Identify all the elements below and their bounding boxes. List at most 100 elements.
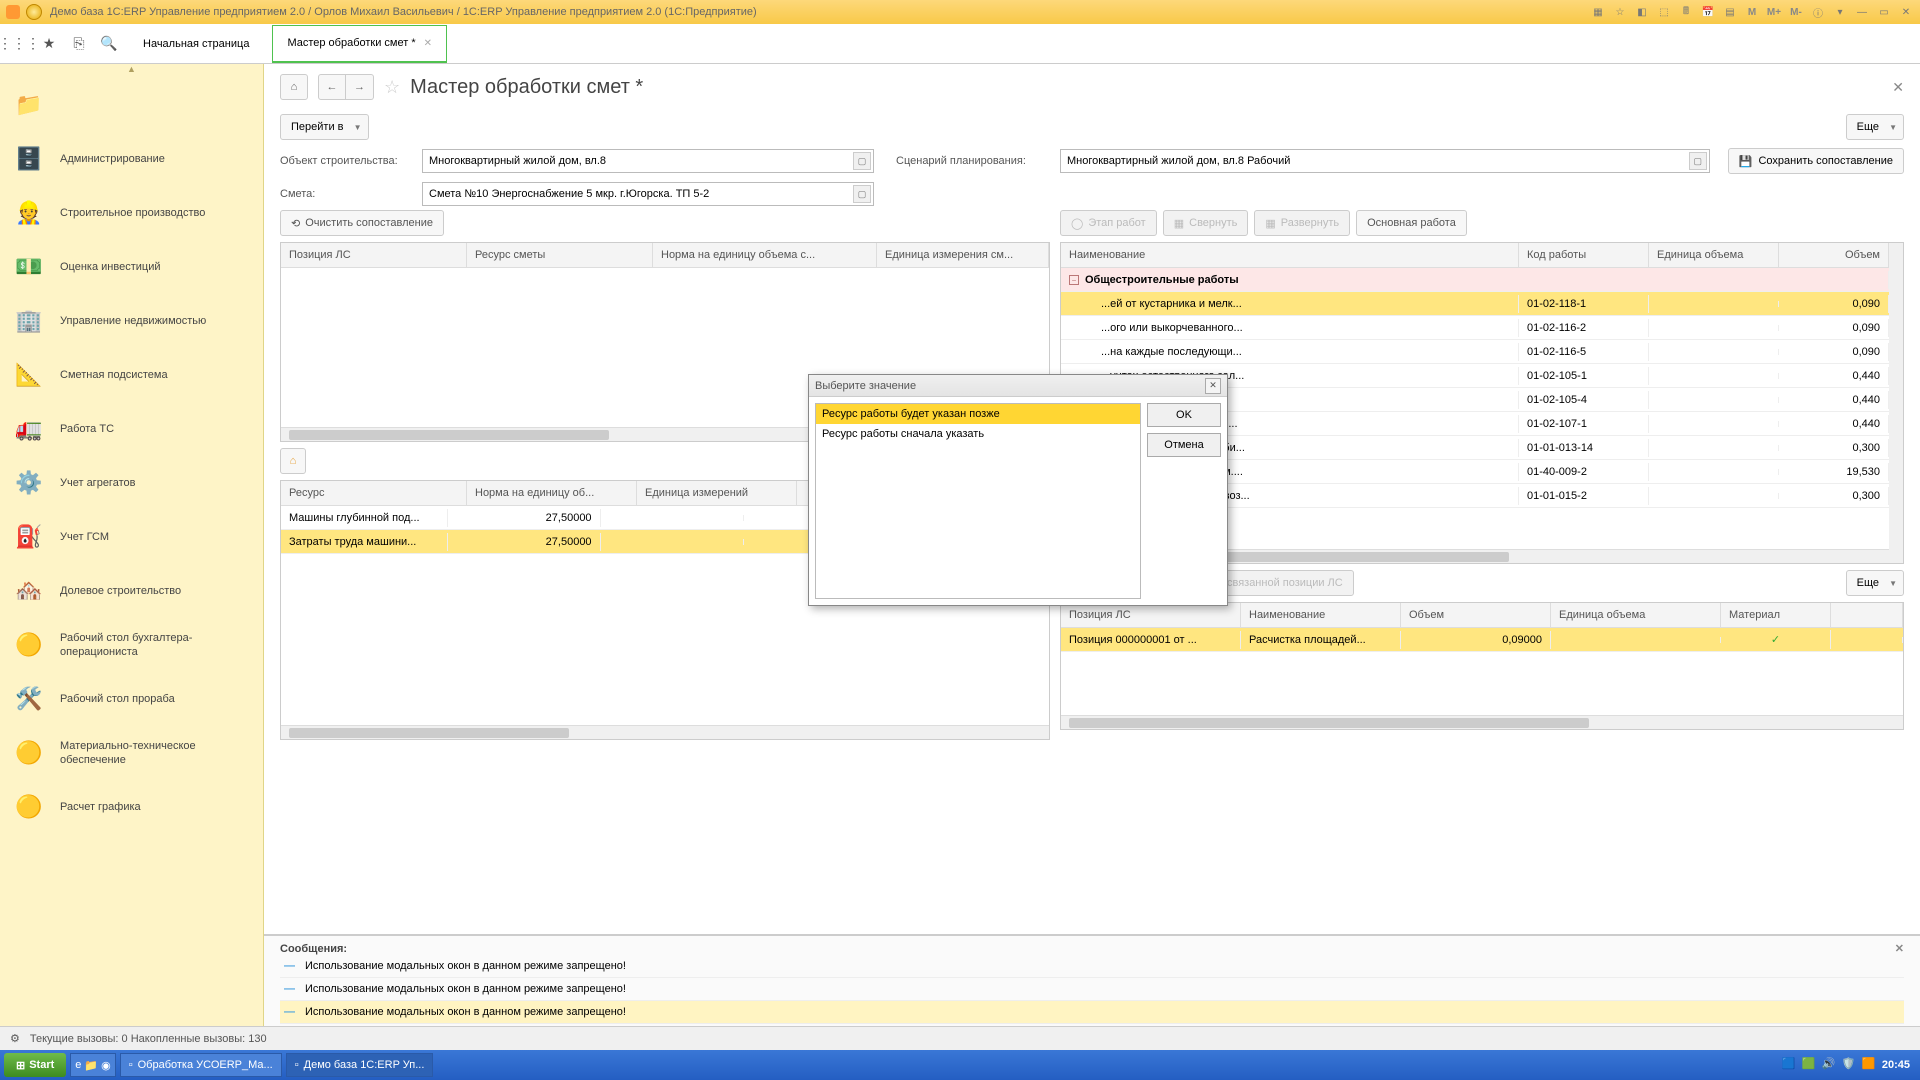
save-mapping-button[interactable]: 💾 Сохранить сопоставление bbox=[1728, 148, 1904, 174]
table-row[interactable]: Позиция 000000001 от ...Расчистка площад… bbox=[1061, 628, 1903, 652]
sidebar-item-10[interactable]: 🟡Рабочий стол бухгалтера-операциониста bbox=[0, 618, 263, 672]
tray-icon[interactable]: 🛡️ bbox=[1842, 1057, 1858, 1073]
collapse-button[interactable]: ▦Свернуть bbox=[1163, 210, 1249, 236]
sidebar-item-13[interactable]: 🟡Расчет графика bbox=[0, 780, 263, 834]
hscrollbar[interactable] bbox=[1061, 715, 1903, 729]
stage-button[interactable]: ◯Этап работ bbox=[1060, 210, 1157, 236]
sidebar-item-8[interactable]: ⛽Учет ГСМ bbox=[0, 510, 263, 564]
apps-icon[interactable]: ⋮⋮⋮ bbox=[8, 33, 30, 55]
dialog-close-icon[interactable]: ✕ bbox=[1205, 378, 1221, 394]
mainwork-button[interactable]: Основная работа bbox=[1356, 210, 1467, 236]
col-unit2[interactable]: Единица измерений bbox=[637, 481, 797, 505]
sidebar-item-1[interactable]: 🗄️Администрирование bbox=[0, 132, 263, 186]
tab-current[interactable]: Мастер обработки смет * ✕ bbox=[272, 25, 447, 63]
tab-close-icon[interactable]: ✕ bbox=[424, 38, 432, 49]
messages-close-icon[interactable]: ✕ bbox=[1895, 942, 1904, 955]
col-code[interactable]: Код работы bbox=[1519, 243, 1649, 267]
expand-button[interactable]: ▦Развернуть bbox=[1254, 210, 1350, 236]
tray-icon[interactable]: 🟧 bbox=[1862, 1057, 1878, 1073]
nav-home[interactable]: ⌂ bbox=[280, 74, 308, 100]
dialog-item-0[interactable]: Ресурс работы будет указан позже bbox=[816, 404, 1140, 424]
col-volunit[interactable]: Единица объема bbox=[1649, 243, 1779, 267]
message-row[interactable]: —Использование модальных окон в данном р… bbox=[280, 978, 1904, 1001]
tab-home[interactable]: Начальная страница bbox=[128, 25, 264, 63]
table-row[interactable]: ...ого или выкорчеванного...01-02-116-20… bbox=[1061, 316, 1889, 340]
help-icon[interactable]: ⓘ bbox=[1810, 4, 1826, 20]
explorer-icon[interactable]: 📁 bbox=[84, 1059, 98, 1072]
sidebar-item-7[interactable]: ⚙️Учет агрегатов bbox=[0, 456, 263, 510]
home-button[interactable]: ⌂ bbox=[280, 448, 306, 474]
page-close-icon[interactable]: ✕ bbox=[1892, 79, 1904, 96]
close-icon[interactable]: ✕ bbox=[1898, 4, 1914, 20]
goto-dropdown[interactable]: Перейти в bbox=[280, 114, 369, 140]
sidebar-item-12[interactable]: 🟡Материально-техническое обеспечение bbox=[0, 726, 263, 780]
sidebar-scroll-up[interactable]: ▲ bbox=[0, 64, 263, 78]
tray-icon[interactable]: 🔊 bbox=[1822, 1057, 1838, 1073]
estimate-input[interactable]: Смета №10 Энергоснабжение 5 мкр. г.Югорс… bbox=[422, 182, 874, 206]
sidebar-item-9[interactable]: 🏘️Долевое строительство bbox=[0, 564, 263, 618]
tb-ico[interactable]: ◧ bbox=[1634, 4, 1650, 20]
sidebar-item-0[interactable]: 📁 bbox=[0, 78, 263, 132]
sidebar-item-2[interactable]: 👷Строительное производство bbox=[0, 186, 263, 240]
scenario-input[interactable]: Многоквартирный жилой дом, вл.8 Рабочий … bbox=[1060, 149, 1710, 173]
tb-ico[interactable]: ▤ bbox=[1722, 4, 1738, 20]
table-row[interactable]: ...ей от кустарника и мелк...01-02-118-1… bbox=[1061, 292, 1889, 316]
nav-forward[interactable]: → bbox=[346, 74, 374, 100]
col-res[interactable]: Ресурс bbox=[281, 481, 467, 505]
dropdown-icon[interactable]: ▾ bbox=[1832, 4, 1848, 20]
col-unit[interactable]: Единица измерения см... bbox=[877, 243, 1049, 267]
tray-icon[interactable]: 🟩 bbox=[1802, 1057, 1818, 1073]
tb-ico[interactable]: ▦ bbox=[1590, 4, 1606, 20]
more-dropdown-1[interactable]: Еще bbox=[1846, 114, 1904, 140]
chrome-icon[interactable]: ◉ bbox=[101, 1059, 111, 1072]
sidebar-item-3[interactable]: 💵Оценка инвестиций bbox=[0, 240, 263, 294]
sidebar-item-11[interactable]: 🛠️Рабочий стол прораба bbox=[0, 672, 263, 726]
col-position[interactable]: Позиция ЛС bbox=[281, 243, 467, 267]
dialog-item-1[interactable]: Ресурс работы сначала указать bbox=[816, 424, 1140, 444]
tb-ico[interactable]: ☆ bbox=[1612, 4, 1628, 20]
col-vu[interactable]: Единица объема bbox=[1551, 603, 1721, 627]
message-row[interactable]: —Использование модальных окон в данном р… bbox=[280, 955, 1904, 978]
clock[interactable]: 20:45 bbox=[1882, 1059, 1910, 1071]
tb-mminus[interactable]: M- bbox=[1788, 4, 1804, 20]
clear-mapping-button[interactable]: ⟲Очистить сопоставление bbox=[280, 210, 444, 236]
quick-launch[interactable]: e 📁 ◉ bbox=[70, 1053, 115, 1077]
col-mat[interactable]: Материал bbox=[1721, 603, 1831, 627]
tb-ico[interactable]: ⬚ bbox=[1656, 4, 1672, 20]
link-icon[interactable]: ⎘ bbox=[68, 33, 90, 55]
maximize-icon[interactable]: ▭ bbox=[1876, 4, 1892, 20]
col-volume[interactable]: Объем bbox=[1779, 243, 1889, 267]
sidebar-item-6[interactable]: 🚛Работа ТС bbox=[0, 402, 263, 456]
tb-ico[interactable]: 🖩 bbox=[1678, 4, 1694, 20]
nav-back[interactable]: ← bbox=[318, 74, 346, 100]
search-icon[interactable]: 🔍 bbox=[98, 33, 120, 55]
col-norm[interactable]: Норма на единицу объема с... bbox=[653, 243, 877, 267]
col-vol[interactable]: Объем bbox=[1401, 603, 1551, 627]
hscrollbar[interactable] bbox=[281, 725, 1049, 739]
open-ref-icon[interactable]: ▢ bbox=[853, 152, 871, 170]
open-ref-icon[interactable]: ▢ bbox=[1689, 152, 1707, 170]
col-resource[interactable]: Ресурс сметы bbox=[467, 243, 653, 267]
more-dropdown-2[interactable]: Еще bbox=[1846, 570, 1904, 596]
col-nm[interactable]: Наименование bbox=[1241, 603, 1401, 627]
col-name[interactable]: Наименование bbox=[1061, 243, 1519, 267]
ie-icon[interactable]: e bbox=[75, 1059, 81, 1071]
col-last[interactable] bbox=[1831, 603, 1903, 627]
start-button[interactable]: ⊞Start bbox=[4, 1053, 66, 1077]
favorite-icon[interactable]: ☆ bbox=[384, 77, 400, 98]
col-norm2[interactable]: Норма на единицу об... bbox=[467, 481, 637, 505]
open-ref-icon[interactable]: ▢ bbox=[853, 185, 871, 203]
dialog-cancel-button[interactable]: Отмена bbox=[1147, 433, 1221, 457]
vscrollbar[interactable] bbox=[1889, 243, 1903, 563]
main-menu-button[interactable] bbox=[26, 4, 42, 20]
table-row[interactable]: ...на каждые последующи...01-02-116-50,0… bbox=[1061, 340, 1889, 364]
sidebar-item-4[interactable]: 🏢Управление недвижимостью bbox=[0, 294, 263, 348]
tray-icon[interactable]: 🟦 bbox=[1782, 1057, 1798, 1073]
sidebar-item-5[interactable]: 📐Сметная подсистема bbox=[0, 348, 263, 402]
tb-mplus[interactable]: M+ bbox=[1766, 4, 1782, 20]
minimize-icon[interactable]: — bbox=[1854, 4, 1870, 20]
task-item-1[interactable]: ▫Обработка УСОЕRP_Ма... bbox=[120, 1053, 282, 1077]
dialog-ok-button[interactable]: OK bbox=[1147, 403, 1221, 427]
tb-ico[interactable]: 📅 bbox=[1700, 4, 1716, 20]
tb-m[interactable]: M bbox=[1744, 4, 1760, 20]
